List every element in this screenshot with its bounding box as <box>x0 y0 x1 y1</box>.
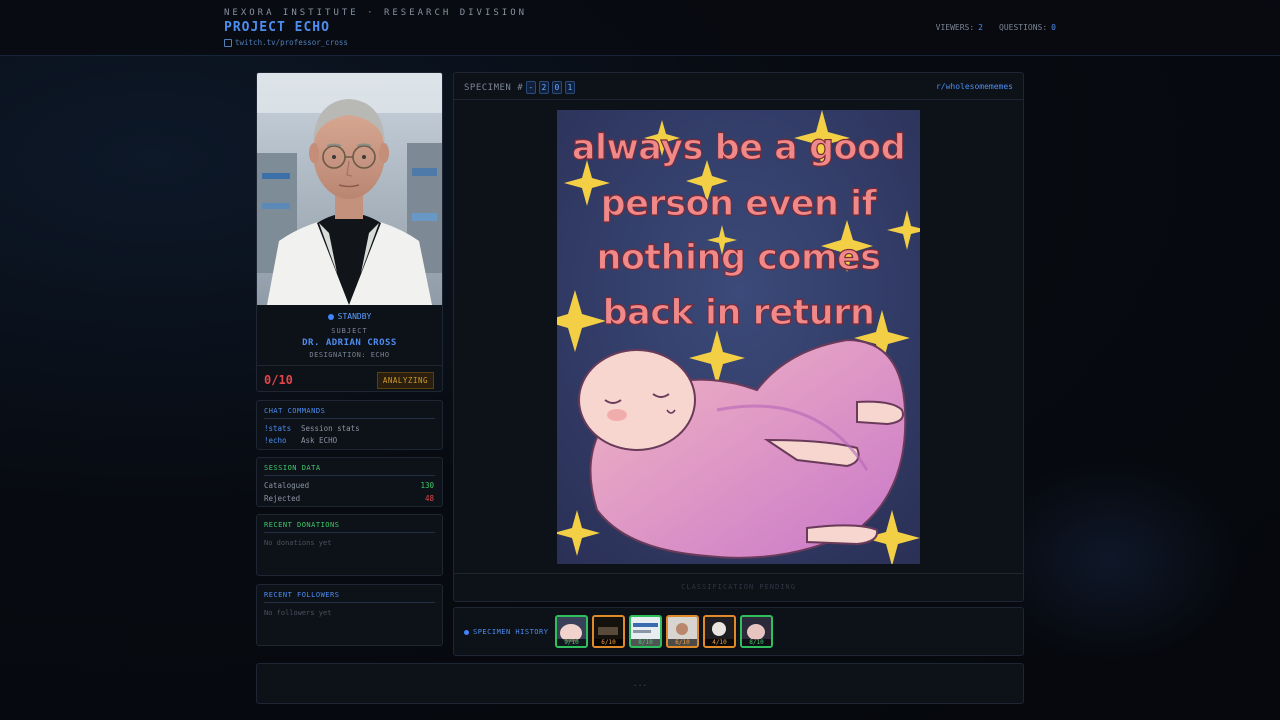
rejected-row: Rejected 48 <box>264 494 434 503</box>
session-data-panel: SESSION DATA Catalogued 130 Rejected 48 <box>256 457 443 507</box>
specimen-history-title: SPECIMEN HISTORY <box>464 628 548 636</box>
specimen-digit: 1 <box>565 81 576 94</box>
meme-line: back in return <box>602 292 876 333</box>
meme-line: nothing comes <box>596 237 882 278</box>
meme-illustration <box>557 110 920 564</box>
current-score: 0/10 <box>264 373 293 387</box>
meme-line: person even if <box>600 183 877 224</box>
twitch-icon <box>224 38 232 47</box>
recent-followers-panel: RECENT FOLLOWERS No followers yet <box>256 584 443 646</box>
command-key: !stats <box>264 424 292 433</box>
viewers-stat: VIEWERS: 2 <box>935 23 983 32</box>
command-row: !echo Ask ECHO <box>264 436 434 445</box>
rejected-label: Rejected <box>264 494 301 503</box>
command-desc: Session stats <box>301 424 360 433</box>
questions-count: 0 <box>1051 23 1056 32</box>
history-thumbnail[interactable]: 8/10 <box>629 615 662 648</box>
subject-card: STANDBY SUBJECT DR. ADRIAN CROSS DESIGNA… <box>256 72 443 392</box>
history-score: 8/10 <box>631 639 660 646</box>
divider <box>264 532 435 533</box>
history-score: 6/10 <box>668 639 697 646</box>
donations-empty-text: No donations yet <box>264 539 332 547</box>
channel-link[interactable]: twitch.tv/professor_cross <box>224 38 348 47</box>
meme-line: always be a good <box>571 127 906 168</box>
history-thumbnail[interactable]: 9/10 <box>555 615 588 648</box>
divider <box>264 418 435 419</box>
command-desc: Ask ECHO <box>301 436 338 445</box>
history-title-text: SPECIMEN HISTORY <box>473 628 549 636</box>
followers-empty-text: No followers yet <box>264 609 332 617</box>
history-thumbnail[interactable]: 6/10 <box>592 615 625 648</box>
catalogued-row: Catalogued 130 <box>264 481 434 490</box>
chat-commands-panel: CHAT COMMANDS !stats Session stats !echo… <box>256 400 443 450</box>
recent-donations-panel: RECENT DONATIONS No donations yet <box>256 514 443 576</box>
specimen-label: SPECIMEN # <box>464 82 524 93</box>
status-dot-icon <box>327 313 334 320</box>
command-key: !echo <box>264 436 287 445</box>
catalogued-count: 130 <box>420 481 434 490</box>
specimen-number: SPECIMEN # - 2 0 1 <box>464 81 576 94</box>
live-stats: VIEWERS: 2 QUESTIONS: 0 <box>936 23 1056 32</box>
specimen-digit: - <box>526 81 537 94</box>
command-row: !stats Session stats <box>264 424 434 433</box>
history-score: 4/10 <box>705 639 734 646</box>
history-score: 6/10 <box>594 639 623 646</box>
history-score: 9/10 <box>557 639 586 646</box>
subject-name: DR. ADRIAN CROSS <box>302 338 397 348</box>
history-thumbnail[interactable]: 4/10 <box>703 615 736 648</box>
ticker-text: ... <box>632 679 648 688</box>
score-row: 0/10 ANALYZING <box>257 365 442 391</box>
status-indicator: STANDBY <box>257 312 442 321</box>
ticker-bar: ... <box>256 663 1024 704</box>
subject-designation: DESIGNATION: ECHO <box>309 351 390 359</box>
specimen-header: SPECIMEN # - 2 0 1 r/wholesomememes <box>454 73 1023 100</box>
specimen-history-panel: SPECIMEN HISTORY 9/10 6/10 8/10 6/10 4/1… <box>453 607 1024 656</box>
history-score: 8/10 <box>742 639 771 646</box>
questions-stat: QUESTIONS: 0 <box>999 23 1056 32</box>
subject-label: SUBJECT <box>331 327 368 335</box>
specimen-digit: 2 <box>539 81 550 94</box>
history-thumbnail[interactable]: 6/10 <box>666 615 699 648</box>
divider <box>264 602 435 603</box>
recent-followers-title: RECENT FOLLOWERS <box>264 591 340 599</box>
classification-status: CLASSIFICATION PENDING <box>454 573 1023 601</box>
rejected-count: 48 <box>424 494 434 503</box>
catalogued-label: Catalogued <box>264 481 310 490</box>
specimen-image: always be a good person even if nothing … <box>557 110 920 564</box>
session-data-title: SESSION DATA <box>264 464 321 472</box>
analyzing-badge: ANALYZING <box>376 372 434 389</box>
specimen-digit: 0 <box>552 81 563 94</box>
viewers-count: 2 <box>978 23 983 32</box>
channel-url[interactable]: twitch.tv/professor_cross <box>235 38 348 47</box>
divider <box>264 475 435 476</box>
subject-portrait <box>257 73 442 305</box>
recent-donations-title: RECENT DONATIONS <box>264 521 340 529</box>
top-bar: NEXORA INSTITUTE · RESEARCH DIVISION PRO… <box>0 0 1280 56</box>
org-name: NEXORA INSTITUTE · RESEARCH DIVISION <box>224 8 528 18</box>
project-title: PROJECT ECHO <box>224 20 330 35</box>
history-thumbnail[interactable]: 8/10 <box>740 615 773 648</box>
specimen-panel: SPECIMEN # - 2 0 1 r/wholesomememes alwa… <box>453 72 1024 602</box>
status-text: STANDBY <box>337 312 372 321</box>
history-dot-icon <box>464 629 469 635</box>
chat-commands-title: CHAT COMMANDS <box>264 407 326 415</box>
subreddit-link[interactable]: r/wholesomememes <box>936 82 1013 91</box>
